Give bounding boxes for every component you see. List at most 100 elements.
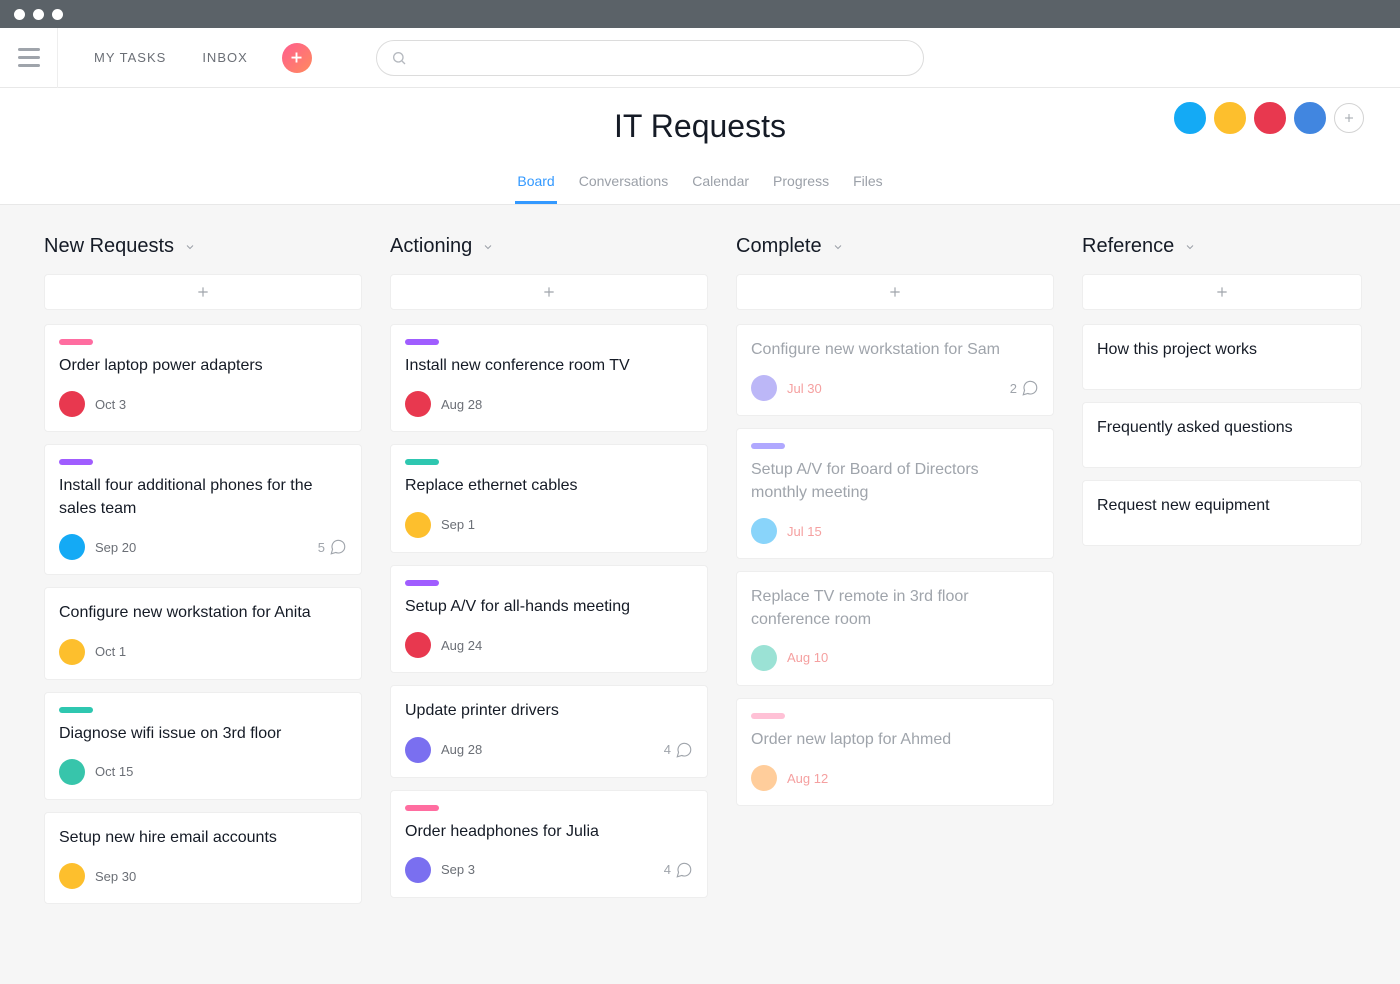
avatar[interactable]	[1292, 100, 1328, 136]
card-date: Jul 30	[787, 381, 822, 396]
task-card[interactable]: How this project works	[1082, 324, 1362, 390]
card-tag	[405, 805, 439, 811]
task-card[interactable]: Order headphones for Julia Sep 3 4	[390, 790, 708, 898]
search-field[interactable]	[415, 50, 909, 66]
card-tag	[751, 443, 785, 449]
comment-icon	[1021, 379, 1039, 397]
add-member-button[interactable]	[1334, 103, 1364, 133]
column-header[interactable]: Actioning	[390, 235, 708, 258]
plus-icon	[542, 285, 556, 299]
new-task-button[interactable]	[282, 43, 312, 73]
column-title: Reference	[1082, 235, 1174, 258]
window-dot[interactable]	[33, 9, 44, 20]
avatar	[751, 518, 777, 544]
column-actioning: Actioning Install new conference room TV…	[390, 235, 708, 916]
column-header[interactable]: Complete	[736, 235, 1054, 258]
comment-count: 5	[318, 538, 347, 556]
task-card[interactable]: Order laptop power adapters Oct 3	[44, 324, 362, 432]
avatar	[405, 737, 431, 763]
card-date: Aug 24	[441, 638, 482, 653]
tab-calendar[interactable]: Calendar	[690, 173, 751, 204]
card-tag	[751, 713, 785, 719]
card-tag	[405, 459, 439, 465]
card-tag	[59, 339, 93, 345]
task-card[interactable]: Diagnose wifi issue on 3rd floor Oct 15	[44, 692, 362, 800]
column-complete: Complete Configure new workstation for S…	[736, 235, 1054, 916]
column-title: Complete	[736, 235, 822, 258]
tab-board[interactable]: Board	[515, 173, 556, 204]
column-header[interactable]: New Requests	[44, 235, 362, 258]
task-card[interactable]: Replace ethernet cables Sep 1	[390, 444, 708, 552]
card-title: Diagnose wifi issue on 3rd floor	[59, 723, 347, 745]
avatar	[751, 645, 777, 671]
task-card[interactable]: Request new equipment	[1082, 480, 1362, 546]
project-members	[1168, 100, 1364, 136]
add-card-button[interactable]	[44, 274, 362, 310]
card-title: Order headphones for Julia	[405, 821, 693, 843]
card-title: Request new equipment	[1097, 495, 1347, 517]
card-date: Sep 30	[95, 869, 136, 884]
task-card[interactable]: Install four additional phones for the s…	[44, 444, 362, 575]
chevron-down-icon	[1184, 241, 1196, 253]
column-reference: Reference How this project works Frequen…	[1082, 235, 1362, 916]
chevron-down-icon	[482, 241, 494, 253]
window-titlebar	[0, 0, 1400, 28]
avatar[interactable]	[1172, 100, 1208, 136]
avatar	[59, 639, 85, 665]
project-header: IT Requests Board Conversations Calendar…	[0, 88, 1400, 205]
task-card[interactable]: Setup new hire email accounts Sep 30	[44, 812, 362, 904]
plus-icon	[289, 50, 304, 65]
column-header[interactable]: Reference	[1082, 235, 1362, 258]
avatar	[751, 375, 777, 401]
card-title: Setup new hire email accounts	[59, 827, 347, 849]
window-dot[interactable]	[52, 9, 63, 20]
avatar	[405, 512, 431, 538]
comment-count: 4	[664, 741, 693, 759]
task-card[interactable]: Frequently asked questions	[1082, 402, 1362, 468]
nav-my-tasks[interactable]: MY TASKS	[94, 50, 166, 65]
task-card[interactable]: Update printer drivers Aug 28 4	[390, 685, 708, 777]
chevron-down-icon	[184, 241, 196, 253]
card-date: Oct 1	[95, 644, 126, 659]
card-date: Aug 12	[787, 771, 828, 786]
tab-files[interactable]: Files	[851, 173, 885, 204]
avatar	[59, 863, 85, 889]
task-card[interactable]: Order new laptop for Ahmed Aug 12	[736, 698, 1054, 806]
card-title: How this project works	[1097, 339, 1347, 361]
nav-inbox[interactable]: INBOX	[202, 50, 247, 65]
search-input[interactable]	[376, 40, 924, 76]
card-tag	[405, 339, 439, 345]
task-card[interactable]: Configure new workstation for Sam Jul 30…	[736, 324, 1054, 416]
card-date: Aug 28	[441, 397, 482, 412]
task-card[interactable]: Setup A/V for all-hands meeting Aug 24	[390, 565, 708, 673]
add-card-button[interactable]	[390, 274, 708, 310]
task-card[interactable]: Install new conference room TV Aug 28	[390, 324, 708, 432]
column-title: New Requests	[44, 235, 174, 258]
task-card[interactable]: Setup A/V for Board of Directors monthly…	[736, 428, 1054, 559]
window-dot[interactable]	[14, 9, 25, 20]
task-card[interactable]: Configure new workstation for Anita Oct …	[44, 587, 362, 679]
card-title: Install four additional phones for the s…	[59, 475, 347, 520]
comment-count: 4	[664, 861, 693, 879]
card-date: Oct 3	[95, 397, 126, 412]
avatar[interactable]	[1252, 100, 1288, 136]
tab-conversations[interactable]: Conversations	[577, 173, 671, 204]
card-tag	[405, 580, 439, 586]
add-card-button[interactable]	[736, 274, 1054, 310]
avatar	[59, 759, 85, 785]
add-card-button[interactable]	[1082, 274, 1362, 310]
avatar[interactable]	[1212, 100, 1248, 136]
card-title: Setup A/V for all-hands meeting	[405, 596, 693, 618]
plus-icon	[1215, 285, 1229, 299]
card-title: Replace ethernet cables	[405, 475, 693, 497]
column-new-requests: New Requests Order laptop power adapters…	[44, 235, 362, 916]
card-tag	[59, 459, 93, 465]
tab-progress[interactable]: Progress	[771, 173, 831, 204]
task-card[interactable]: Replace TV remote in 3rd floor conferenc…	[736, 571, 1054, 686]
avatar	[405, 391, 431, 417]
comment-icon	[329, 538, 347, 556]
card-tag	[59, 707, 93, 713]
card-title: Replace TV remote in 3rd floor conferenc…	[751, 586, 1039, 631]
menu-icon[interactable]	[18, 48, 40, 67]
avatar	[59, 391, 85, 417]
